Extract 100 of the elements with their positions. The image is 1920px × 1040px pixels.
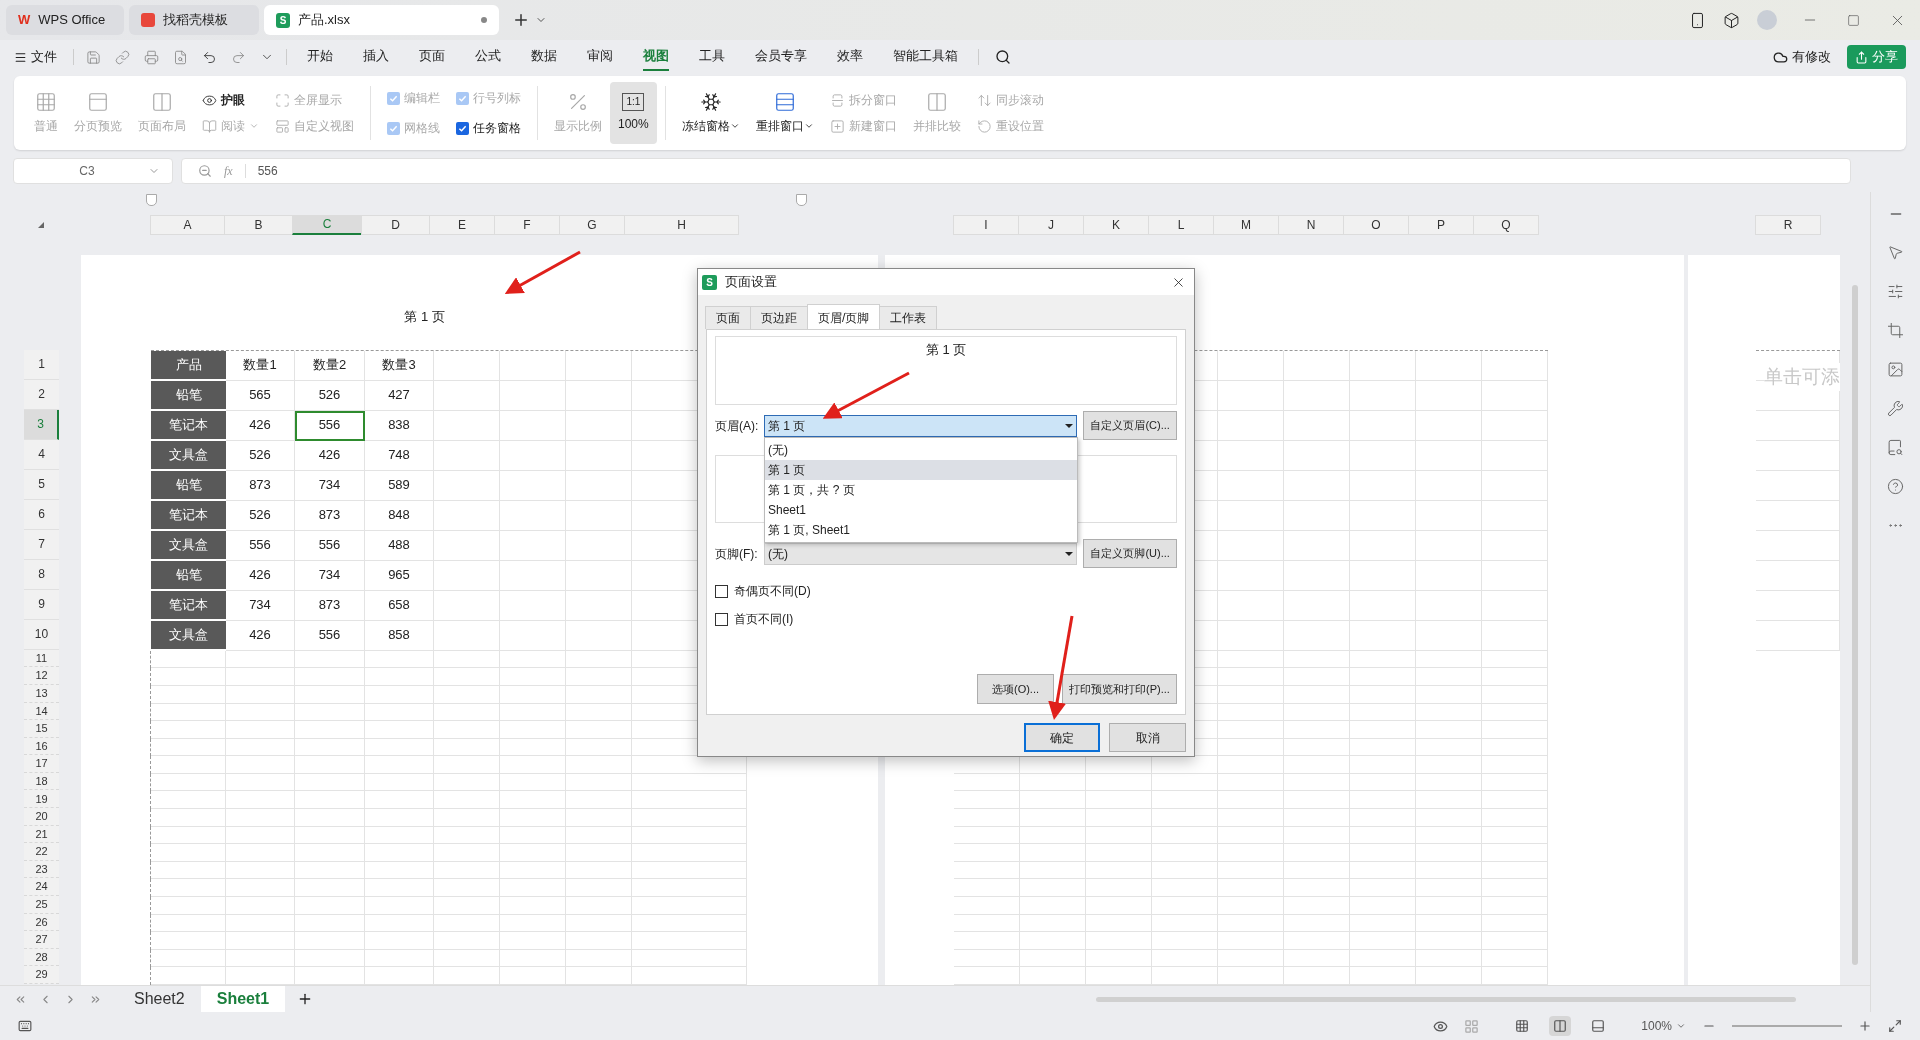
ribbon-button[interactable]: 冻结窗格 xyxy=(673,82,748,144)
row-header[interactable]: 12 xyxy=(24,667,59,685)
header-select[interactable]: 第 1 页 xyxy=(764,414,1078,437)
row-header[interactable]: 27 xyxy=(24,931,59,949)
ribbon-small-button[interactable]: 护眼 xyxy=(202,91,259,109)
column-header[interactable]: O xyxy=(1343,214,1409,235)
footer-select[interactable]: (无) xyxy=(763,542,1078,565)
dropdown-option[interactable]: 第 1 页 xyxy=(765,460,1077,480)
column-header[interactable]: L xyxy=(1148,214,1214,235)
document-tab[interactable]: 找稻壳模板 xyxy=(129,5,259,35)
row-header[interactable]: 25 xyxy=(24,896,59,914)
column-header[interactable]: M xyxy=(1213,214,1279,235)
menu-tab[interactable]: 数据 xyxy=(531,43,557,71)
menu-tab[interactable]: 效率 xyxy=(837,43,863,71)
row-header[interactable]: 22 xyxy=(24,843,59,861)
row-header[interactable]: 3 xyxy=(24,409,59,440)
fullscreen-icon[interactable] xyxy=(1888,1019,1902,1033)
row-header[interactable]: 26 xyxy=(24,913,59,932)
horizontal-scrollbar[interactable] xyxy=(1096,996,1796,1002)
custom-header-button[interactable]: 自定义页眉(C)... xyxy=(1083,411,1177,440)
row-header[interactable]: 16 xyxy=(24,737,59,756)
image-icon[interactable] xyxy=(1887,361,1904,378)
select-all-icon[interactable] xyxy=(38,221,44,228)
cube-icon[interactable] xyxy=(1723,11,1740,29)
row-header[interactable]: 13 xyxy=(24,684,59,703)
row-header[interactable]: 2 xyxy=(24,379,59,410)
tablet-icon[interactable] xyxy=(1689,11,1706,29)
view-mode-button[interactable] xyxy=(1549,1016,1572,1036)
zoom-level-button[interactable]: 100% xyxy=(1641,1017,1686,1035)
column-header[interactable]: N xyxy=(1278,214,1344,235)
custom-footer-button[interactable]: 自定义页脚(U)... xyxy=(1083,539,1177,568)
undo-icon[interactable] xyxy=(202,49,217,65)
ok-button[interactable]: 确定 xyxy=(1024,723,1100,752)
save-status-button[interactable]: 有修改 xyxy=(1773,47,1831,67)
help-icon[interactable] xyxy=(1887,478,1904,495)
column-header[interactable]: R xyxy=(1755,214,1821,235)
menu-tab[interactable]: 公式 xyxy=(475,43,501,71)
row-header[interactable]: 29 xyxy=(24,966,59,984)
column-header[interactable]: J xyxy=(1018,214,1084,235)
column-header[interactable]: D xyxy=(361,214,430,235)
print-icon[interactable] xyxy=(144,49,159,65)
menu-tab[interactable]: 页面 xyxy=(419,43,445,71)
row-header[interactable]: 21 xyxy=(24,825,59,844)
column-header[interactable]: C xyxy=(292,214,362,235)
column-header[interactable]: G xyxy=(559,214,625,235)
tools-icon[interactable] xyxy=(1887,400,1904,417)
checkbox[interactable] xyxy=(715,584,728,598)
cancel-button[interactable]: 取消 xyxy=(1109,723,1186,752)
redo-icon[interactable] xyxy=(231,49,246,65)
margin-marker-icon[interactable] xyxy=(796,194,807,206)
row-header[interactable]: 17 xyxy=(24,755,59,773)
dropdown-option[interactable]: Sheet1 xyxy=(765,500,1077,520)
document-tab[interactable]: W WPS Office xyxy=(6,5,124,35)
eye-icon[interactable] xyxy=(1433,1018,1449,1034)
zoom-in-icon[interactable] xyxy=(1858,1019,1872,1033)
checkbox[interactable] xyxy=(715,612,728,626)
margin-marker-icon[interactable] xyxy=(146,194,157,206)
row-header[interactable]: 15 xyxy=(24,720,59,738)
row-header[interactable]: 20 xyxy=(24,808,59,826)
checkbox[interactable] xyxy=(456,121,469,135)
row-header[interactable]: 4 xyxy=(24,439,59,470)
layout-icon[interactable] xyxy=(1464,1018,1480,1034)
ribbon-button[interactable]: 1:1 100% xyxy=(610,82,657,144)
vertical-scrollbar[interactable] xyxy=(1852,284,1858,965)
sheet-tab[interactable]: Sheet2 xyxy=(118,985,201,1013)
column-header[interactable]: Q xyxy=(1473,214,1539,235)
document-tab[interactable]: S 产品.xlsx xyxy=(264,5,499,35)
dropdown-option[interactable]: 第 1 页，共 ? 页 xyxy=(765,480,1077,500)
column-header[interactable]: A xyxy=(150,214,225,235)
menu-tab[interactable]: 审阅 xyxy=(587,43,613,71)
row-header[interactable]: 5 xyxy=(24,469,59,500)
keyboard-icon[interactable] xyxy=(18,1019,32,1033)
options-button[interactable]: 选项(O)... xyxy=(977,674,1054,704)
share-button[interactable]: 分享 xyxy=(1847,45,1906,69)
menu-tab[interactable]: 插入 xyxy=(363,43,389,71)
dropdown-option[interactable]: 第 1 页, Sheet1 xyxy=(765,520,1077,540)
row-header[interactable]: 23 xyxy=(24,860,59,879)
column-header[interactable]: H xyxy=(624,214,739,235)
cursor-icon[interactable] xyxy=(1887,244,1904,261)
row-header[interactable]: 6 xyxy=(24,499,59,530)
save-icon[interactable] xyxy=(86,49,101,65)
new-tab-icon[interactable] xyxy=(512,11,530,29)
column-header[interactable]: B xyxy=(224,214,293,235)
restore-icon[interactable] xyxy=(1847,13,1860,27)
row-header[interactable]: 9 xyxy=(24,589,59,620)
column-header[interactable]: E xyxy=(429,214,495,235)
row-header[interactable]: 14 xyxy=(24,702,59,721)
print-preview-icon[interactable] xyxy=(173,49,188,65)
dropdown-option[interactable]: (无) xyxy=(765,440,1077,460)
sliders-icon[interactable] xyxy=(1887,283,1904,300)
row-header[interactable]: 7 xyxy=(24,529,59,560)
dialog-tab[interactable]: 页边距 xyxy=(750,306,808,329)
column-header[interactable]: F xyxy=(494,214,560,235)
search-icon[interactable] xyxy=(995,49,1011,65)
row-header[interactable]: 18 xyxy=(24,772,59,791)
sheet-tab[interactable]: Sheet1 xyxy=(200,985,286,1013)
row-header[interactable]: 1 xyxy=(24,349,59,380)
column-header[interactable]: I xyxy=(953,214,1019,235)
dialog-tab[interactable]: 页眉/页脚 xyxy=(807,304,881,330)
column-header[interactable]: P xyxy=(1408,214,1474,235)
